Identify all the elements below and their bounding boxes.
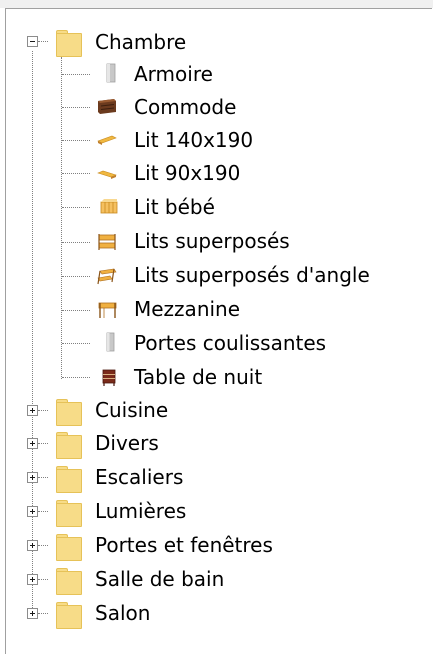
sliding-door-icon [106,332,115,352]
tree-connector [38,477,48,478]
tree-node-cuisine[interactable]: Cuisine [95,398,168,422]
tree-node-escaliers[interactable]: Escaliers [95,465,183,489]
tree-node-salon[interactable]: Salon [95,601,150,625]
tree-connector [38,41,48,42]
expand-toggle-escaliers[interactable] [27,472,38,483]
tree-item-mezzanine[interactable]: Mezzanine [134,297,240,321]
nightstand-icon [102,369,116,386]
tree-connector [62,242,90,243]
tree-connector [38,545,48,546]
expand-toggle-lumieres[interactable] [27,506,38,517]
tree-item-lit-bebe[interactable]: Lit bébé [134,195,215,219]
folder-icon [56,531,82,561]
folder-icon [56,27,82,57]
tree-item-armoire[interactable]: Armoire [134,62,213,86]
mezzanine-icon [98,302,117,318]
tree-connector [62,107,90,108]
tree-item-commode[interactable]: Commode [134,95,236,119]
folder-icon [56,463,82,493]
tree-connector [38,579,48,580]
expand-toggle-salle-de-bain[interactable] [27,574,38,585]
tree-connector [61,57,62,379]
tree-item-table-de-nuit[interactable]: Table de nuit [134,365,262,389]
tree-item-lits-superposes[interactable]: Lits superposés [134,229,290,253]
tree-connector [62,343,90,344]
tree-connector [62,140,90,141]
tree-connector [62,377,90,378]
tree-connector [32,51,33,614]
folder-icon [56,565,82,595]
tree-item-portes-coulissantes[interactable]: Portes coulissantes [134,331,326,355]
tree-connector [62,207,90,208]
armoire-icon [106,63,116,83]
tree-item-lit-140x190[interactable]: Lit 140x190 [134,128,253,152]
tree-connector [62,173,90,174]
tree-node-chambre[interactable]: Chambre [95,30,186,54]
tree-node-salle-de-bain[interactable]: Salle de bain [95,567,224,591]
tree-item-lits-superposes-angle[interactable]: Lits superposés d'angle [134,263,370,287]
folder-icon [56,497,82,527]
catalog-tree: Chambre Armoire Commode Lit 140x190 Lit … [0,0,433,655]
tree-node-portes-et-fenetres[interactable]: Portes et fenêtres [95,533,273,557]
expand-toggle-divers[interactable] [27,438,38,449]
tree-connector [62,74,90,75]
tree-connector [62,276,90,277]
tree-node-divers[interactable]: Divers [95,431,159,455]
tree-node-lumieres[interactable]: Lumières [95,499,186,523]
expand-toggle-portes-et-fenetres[interactable] [27,540,38,551]
bed-icon [97,170,117,179]
tree-connector [38,613,48,614]
corner-bunk-bed-icon [97,268,117,285]
folder-icon [56,396,82,426]
commode-icon [98,99,116,114]
tree-connector [38,511,48,512]
folder-icon [56,599,82,629]
expand-toggle-cuisine[interactable] [27,405,38,416]
tree-connector [62,310,90,311]
bunk-bed-icon [98,234,116,250]
furniture-catalog-panel: Chambre Armoire Commode Lit 140x190 Lit … [0,0,433,655]
tree-connector [38,410,48,411]
tree-item-lit-90x190[interactable]: Lit 90x190 [134,161,240,185]
tree-connector [38,443,48,444]
collapse-toggle-chambre[interactable] [27,36,38,47]
expand-toggle-salon[interactable] [27,608,38,619]
bed-icon [97,135,117,145]
crib-icon [100,199,118,214]
folder-icon [56,429,82,459]
